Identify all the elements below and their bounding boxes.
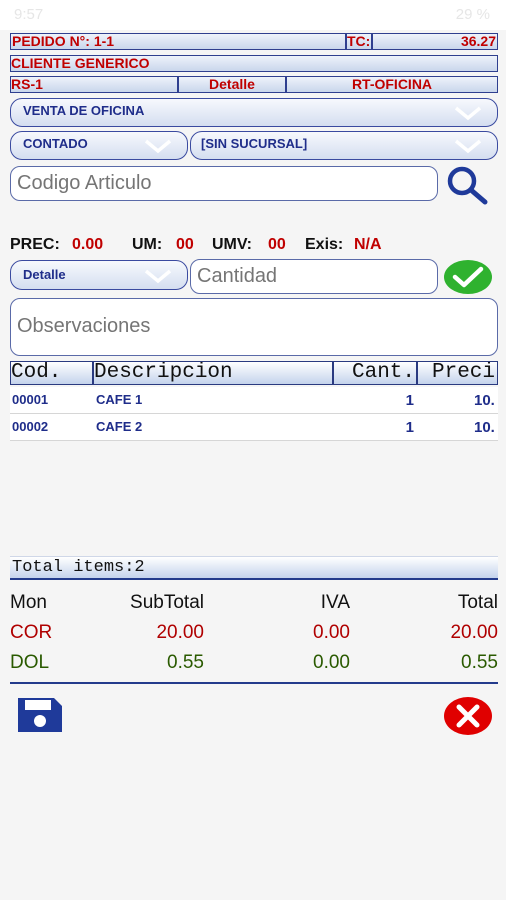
- totals-row-iva: 0.00: [313, 652, 350, 673]
- status-battery: 29 %: [455, 6, 490, 23]
- row-cod: 00001: [12, 392, 49, 407]
- rs-code: RS-1: [10, 76, 178, 93]
- total-items: Total items:2: [10, 556, 498, 580]
- totals-header-subtotal: SubTotal: [130, 592, 204, 613]
- col-header-descripcion: Descripcion: [93, 361, 333, 385]
- totals-row-iva: 0.00: [313, 622, 350, 643]
- row-cant: 1: [405, 419, 414, 436]
- totals-row-total: 0.55: [461, 652, 498, 673]
- totals-header-total: Total: [457, 592, 498, 613]
- pedido-number: PEDIDO N°: 1-1: [10, 33, 346, 50]
- save-icon[interactable]: [16, 696, 64, 734]
- row-desc: CAFE 2: [96, 419, 143, 434]
- um-label: UM:: [132, 236, 163, 253]
- prec-value: 0.00: [72, 236, 104, 253]
- client-name: CLIENTE GENERICO: [10, 55, 498, 72]
- chevron-down-icon: [454, 106, 482, 121]
- totals-row-mon: COR: [10, 622, 53, 643]
- cancel-icon[interactable]: [442, 695, 494, 737]
- status-bar: 9:57 29 %: [0, 0, 506, 30]
- sucursal-select-value: [SIN SUCURSAL]: [201, 136, 308, 151]
- col-header-precio: Preci: [417, 361, 498, 385]
- um-value: 00: [176, 236, 194, 253]
- search-icon[interactable]: [444, 164, 490, 206]
- totals-row-total: 20.00: [450, 622, 498, 643]
- status-time: 9:57: [14, 6, 44, 23]
- umv-value: 00: [268, 236, 286, 253]
- divider: [10, 682, 498, 684]
- row-cod: 00002: [12, 419, 49, 434]
- venta-select[interactable]: VENTA DE OFICINA: [10, 98, 498, 127]
- table-row[interactable]: 00002 CAFE 2 1 10.: [10, 414, 498, 441]
- venta-select-value: VENTA DE OFICINA: [23, 103, 145, 118]
- payment-select[interactable]: CONTADO: [10, 131, 188, 160]
- rt-code: RT-OFICINA: [286, 76, 498, 93]
- check-icon[interactable]: [442, 258, 494, 296]
- observaciones-input[interactable]: [10, 298, 498, 356]
- chevron-down-icon: [144, 269, 172, 284]
- row-precio: 10.: [474, 419, 495, 436]
- totals-header-mon: Mon: [10, 592, 47, 613]
- row-precio: 10.: [474, 392, 495, 409]
- tc-label: TC:: [346, 33, 372, 50]
- row-cant: 1: [405, 392, 414, 409]
- umv-label: UMV:: [212, 236, 252, 253]
- exis-label: Exis:: [305, 236, 344, 253]
- payment-select-value: CONTADO: [23, 136, 88, 151]
- totals-header-iva: IVA: [320, 592, 350, 613]
- totals-row-subtotal: 0.55: [167, 652, 204, 673]
- exis-value: N/A: [354, 236, 382, 253]
- codigo-articulo-input[interactable]: [10, 166, 438, 201]
- tc-value: 36.27: [372, 33, 498, 50]
- sucursal-select[interactable]: [SIN SUCURSAL]: [190, 131, 498, 160]
- chevron-down-icon: [454, 139, 482, 154]
- price-type-select[interactable]: Detalle: [10, 260, 188, 290]
- row-desc: CAFE 1: [96, 392, 143, 407]
- chevron-down-icon: [144, 139, 172, 154]
- col-header-cod: Cod.: [10, 361, 93, 385]
- price-type-value: Detalle: [23, 267, 66, 282]
- detalle-label: Detalle: [178, 76, 286, 93]
- col-header-cant: Cant.: [333, 361, 417, 385]
- table-row[interactable]: 00001 CAFE 1 1 10.: [10, 387, 498, 414]
- cantidad-input[interactable]: [190, 259, 438, 294]
- totals-row-subtotal: 20.00: [156, 622, 204, 643]
- totals-row-mon: DOL: [10, 652, 50, 673]
- prec-label: PREC:: [10, 236, 60, 253]
